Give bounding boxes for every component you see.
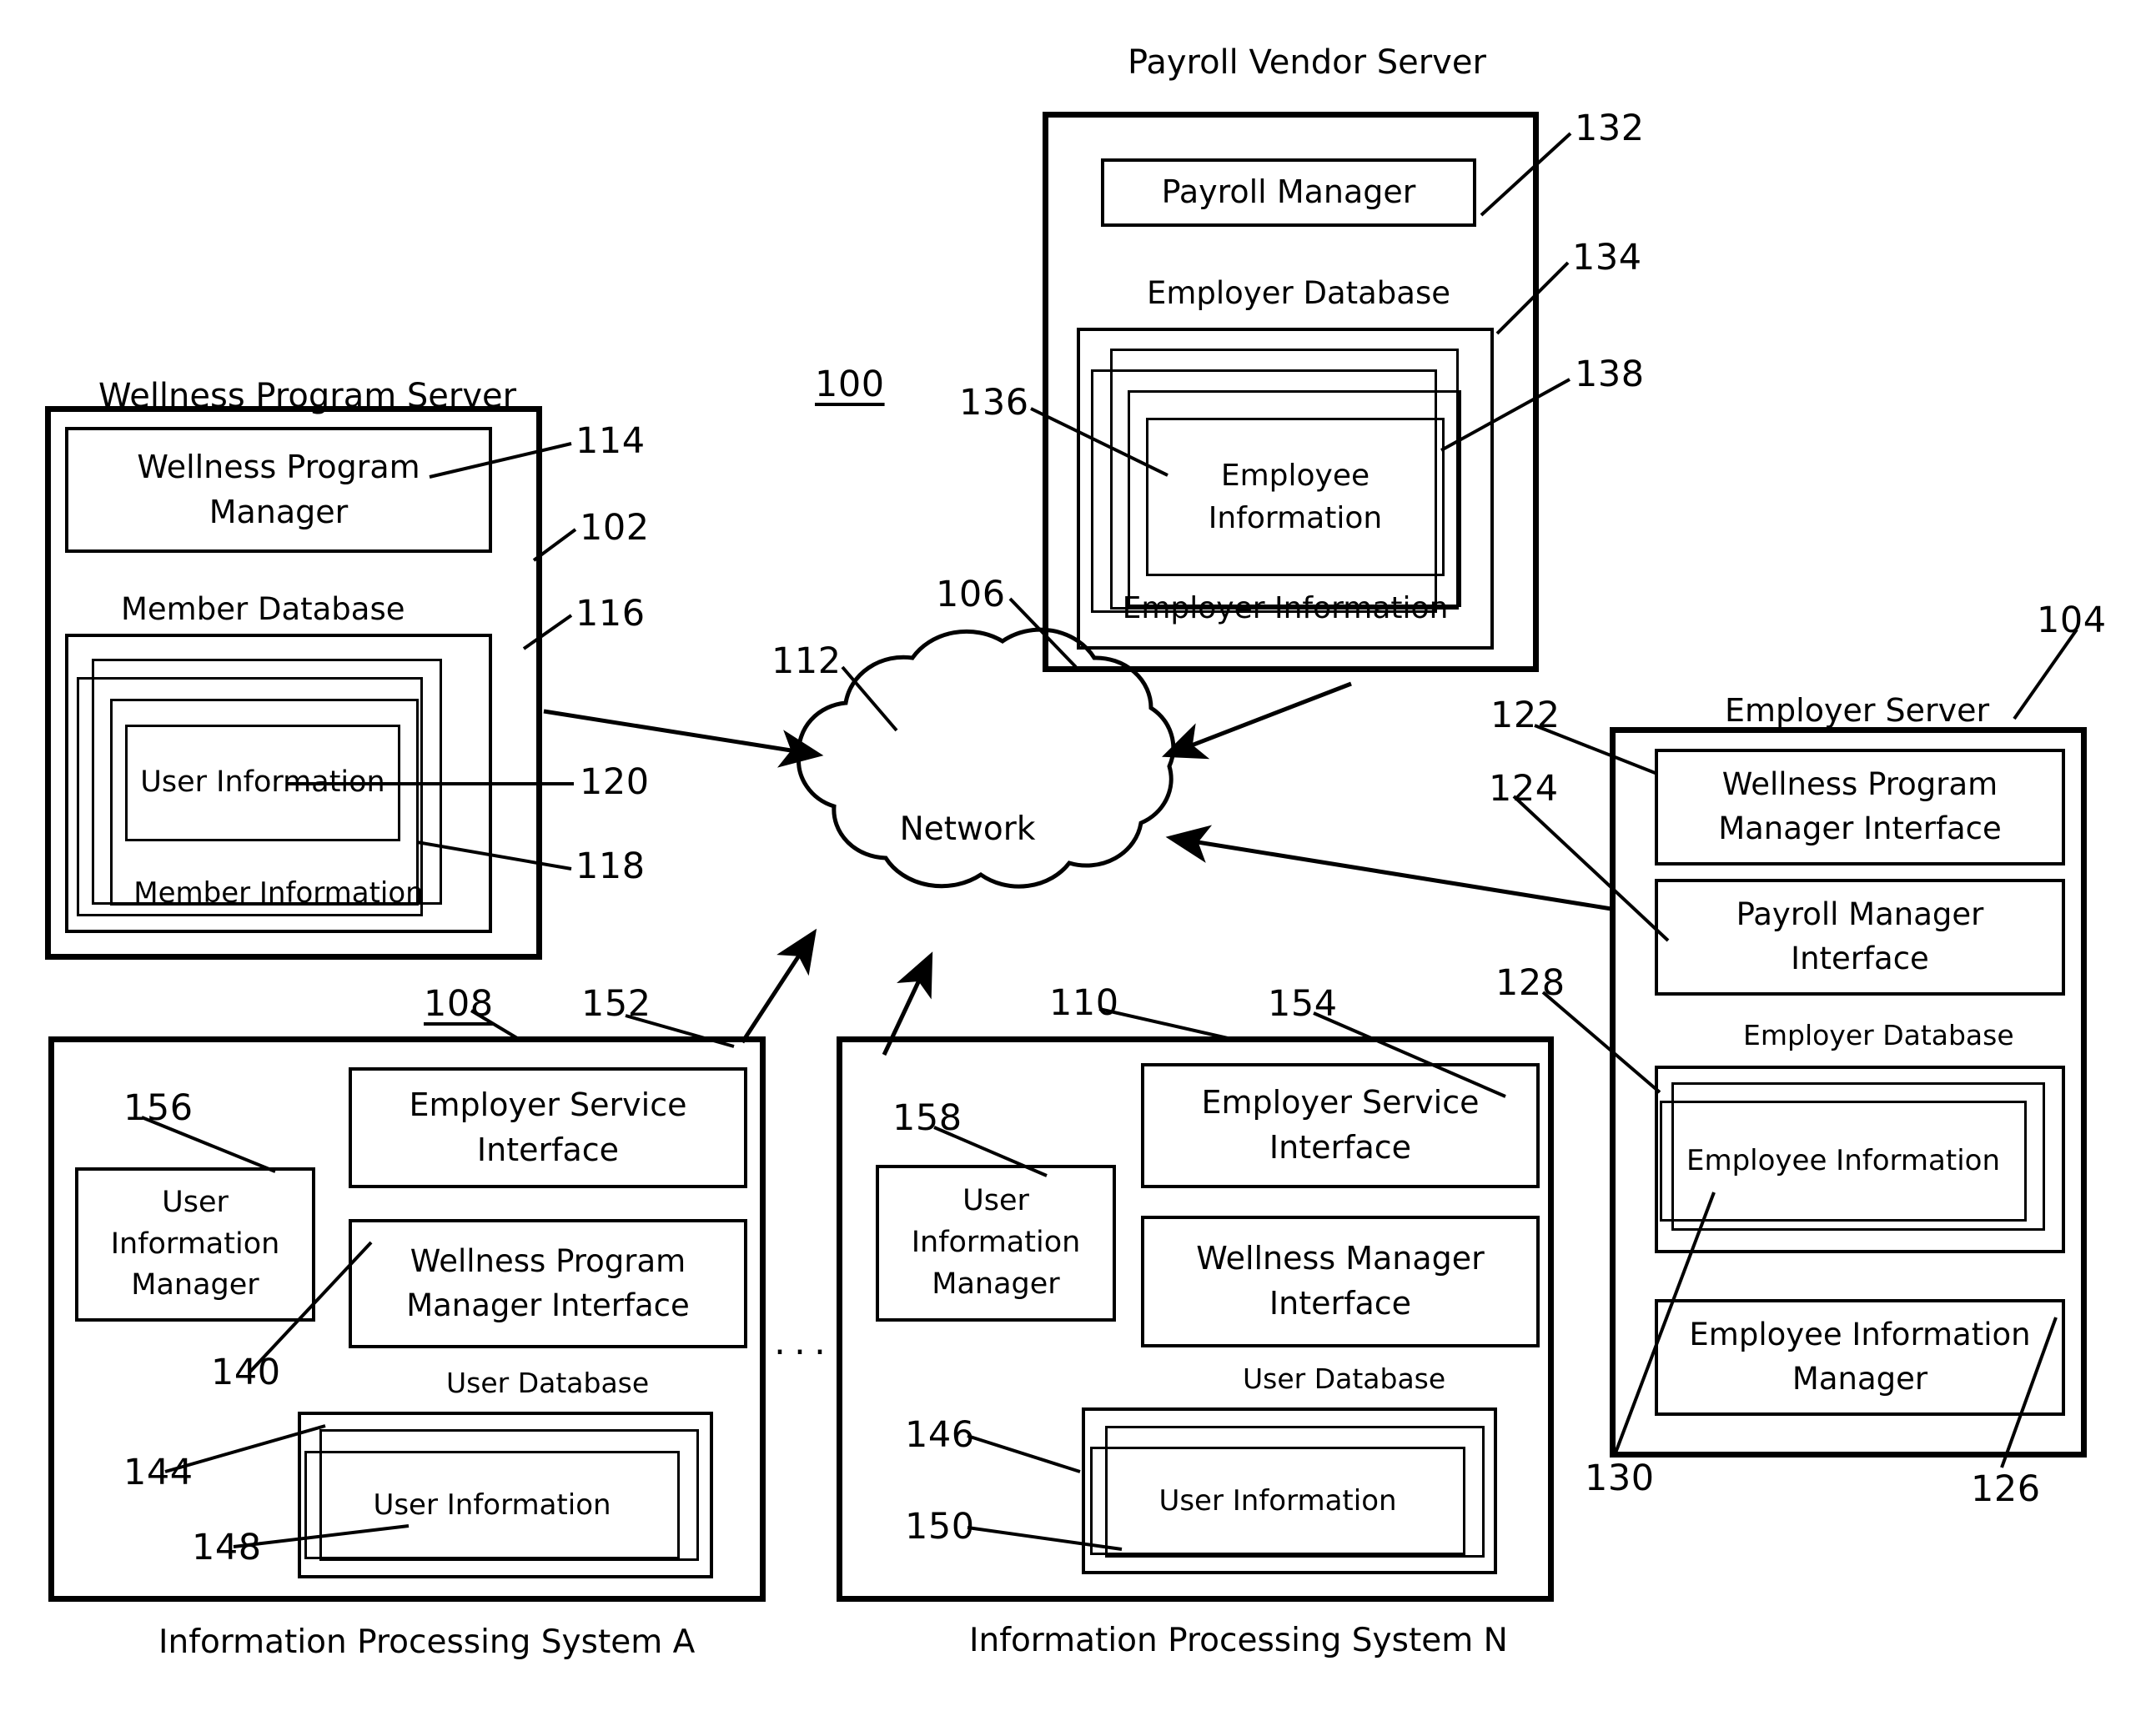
ref-100: 100 [815,364,885,405]
ref-104: 104 [2037,600,2107,641]
payroll-employer-database-title: Employer Database [1147,275,1451,311]
ref-128: 128 [1495,962,1565,1004]
ref-110: 110 [1049,982,1119,1024]
ref-120: 120 [580,761,650,803]
employer-payroll-manager-interface-box[interactable] [1655,879,2065,996]
ref-118: 118 [575,845,646,887]
arrow-wellness-to-network [543,709,824,768]
ref-146: 146 [905,1414,975,1456]
ips-a-user-database-title: User Database [446,1367,650,1399]
ref-154: 154 [1268,983,1338,1025]
payroll-vendor-server-title: Payroll Vendor Server [1128,43,1486,82]
payroll-employee-information-box[interactable] [1146,418,1445,576]
ips-n-user-information-card-1 [1090,1447,1465,1555]
ips-n-user-information-manager-box[interactable] [876,1165,1116,1322]
ref-102: 102 [580,507,650,549]
ref-134: 134 [1572,237,1642,278]
ref-126: 126 [1971,1468,2041,1510]
ref-136: 138 [1575,354,1645,395]
ref-112: 112 [771,640,842,682]
payroll-manager-box[interactable] [1101,158,1476,227]
ips-a-wellness-program-manager-interface-box[interactable] [349,1219,747,1348]
ref-122: 122 [1490,695,1560,736]
arrow-ipsa-to-network [740,928,817,1044]
ips-a-employer-service-interface-box[interactable] [349,1067,747,1188]
ref-132: 132 [1575,108,1645,149]
ref-152: 152 [581,983,651,1025]
ref-124: 124 [1489,768,1559,810]
arrow-employer-to-network [1165,825,1612,911]
ref-150: 150 [905,1506,975,1548]
wellness-program-manager-box[interactable] [65,427,492,553]
ref-106: 106 [936,574,1006,615]
ips-n-caption: Information Processing System N [969,1622,1508,1659]
ips-n-user-database-title: User Database [1243,1362,1446,1395]
ips-n-wellness-manager-interface-box[interactable] [1141,1216,1540,1347]
ref-116: 116 [575,593,646,635]
employer-server-title: Employer Server [1725,692,1990,729]
employer-database-title: Employer Database [1743,1019,2014,1051]
ips-a-user-information-card-1 [304,1451,680,1559]
ref-156: 156 [123,1087,193,1129]
employee-information-manager-box[interactable] [1655,1299,2065,1416]
member-user-information-box[interactable] [125,725,400,841]
arrow-payroll-to-network [1162,681,1352,760]
ips-ellipsis: ... [774,1321,834,1363]
ref-130: 130 [1585,1458,1655,1499]
ips-a-caption: Information Processing System A [158,1623,696,1661]
ref-108: 108 [424,983,494,1025]
ref-158: 158 [892,1097,962,1139]
member-database-title: Member Database [121,591,405,627]
patent-figure: Payroll Vendor Server Payroll Manager Em… [0,0,2156,1726]
ref-114: 114 [575,420,646,462]
network-label: Network [899,810,1036,849]
ref-148: 148 [192,1527,262,1568]
ref-140: 140 [211,1352,281,1393]
employer-employee-information-card-1 [1660,1101,2027,1222]
ref-144: 144 [123,1452,193,1493]
ips-n-employer-service-interface-box[interactable] [1141,1063,1540,1188]
employer-wellness-program-manager-interface-box[interactable] [1655,749,2065,866]
ref-138: 136 [959,382,1029,424]
ips-a-user-information-manager-box[interactable] [75,1167,315,1322]
